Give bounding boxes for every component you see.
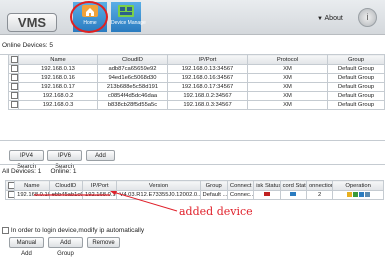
auto-ip-checkbox[interactable] (2, 227, 9, 234)
add-group-button[interactable]: Add Group (48, 237, 83, 257)
auto-ip-label: In order to login device,modify ip autom… (10, 227, 145, 235)
auto-ip-option[interactable]: In order to login device,modify ip autom… (2, 227, 144, 234)
manual-add-button[interactable]: Manual Add (9, 237, 44, 257)
remove-button[interactable]: Remove (87, 237, 120, 248)
annotation-arrow (34, 191, 178, 212)
